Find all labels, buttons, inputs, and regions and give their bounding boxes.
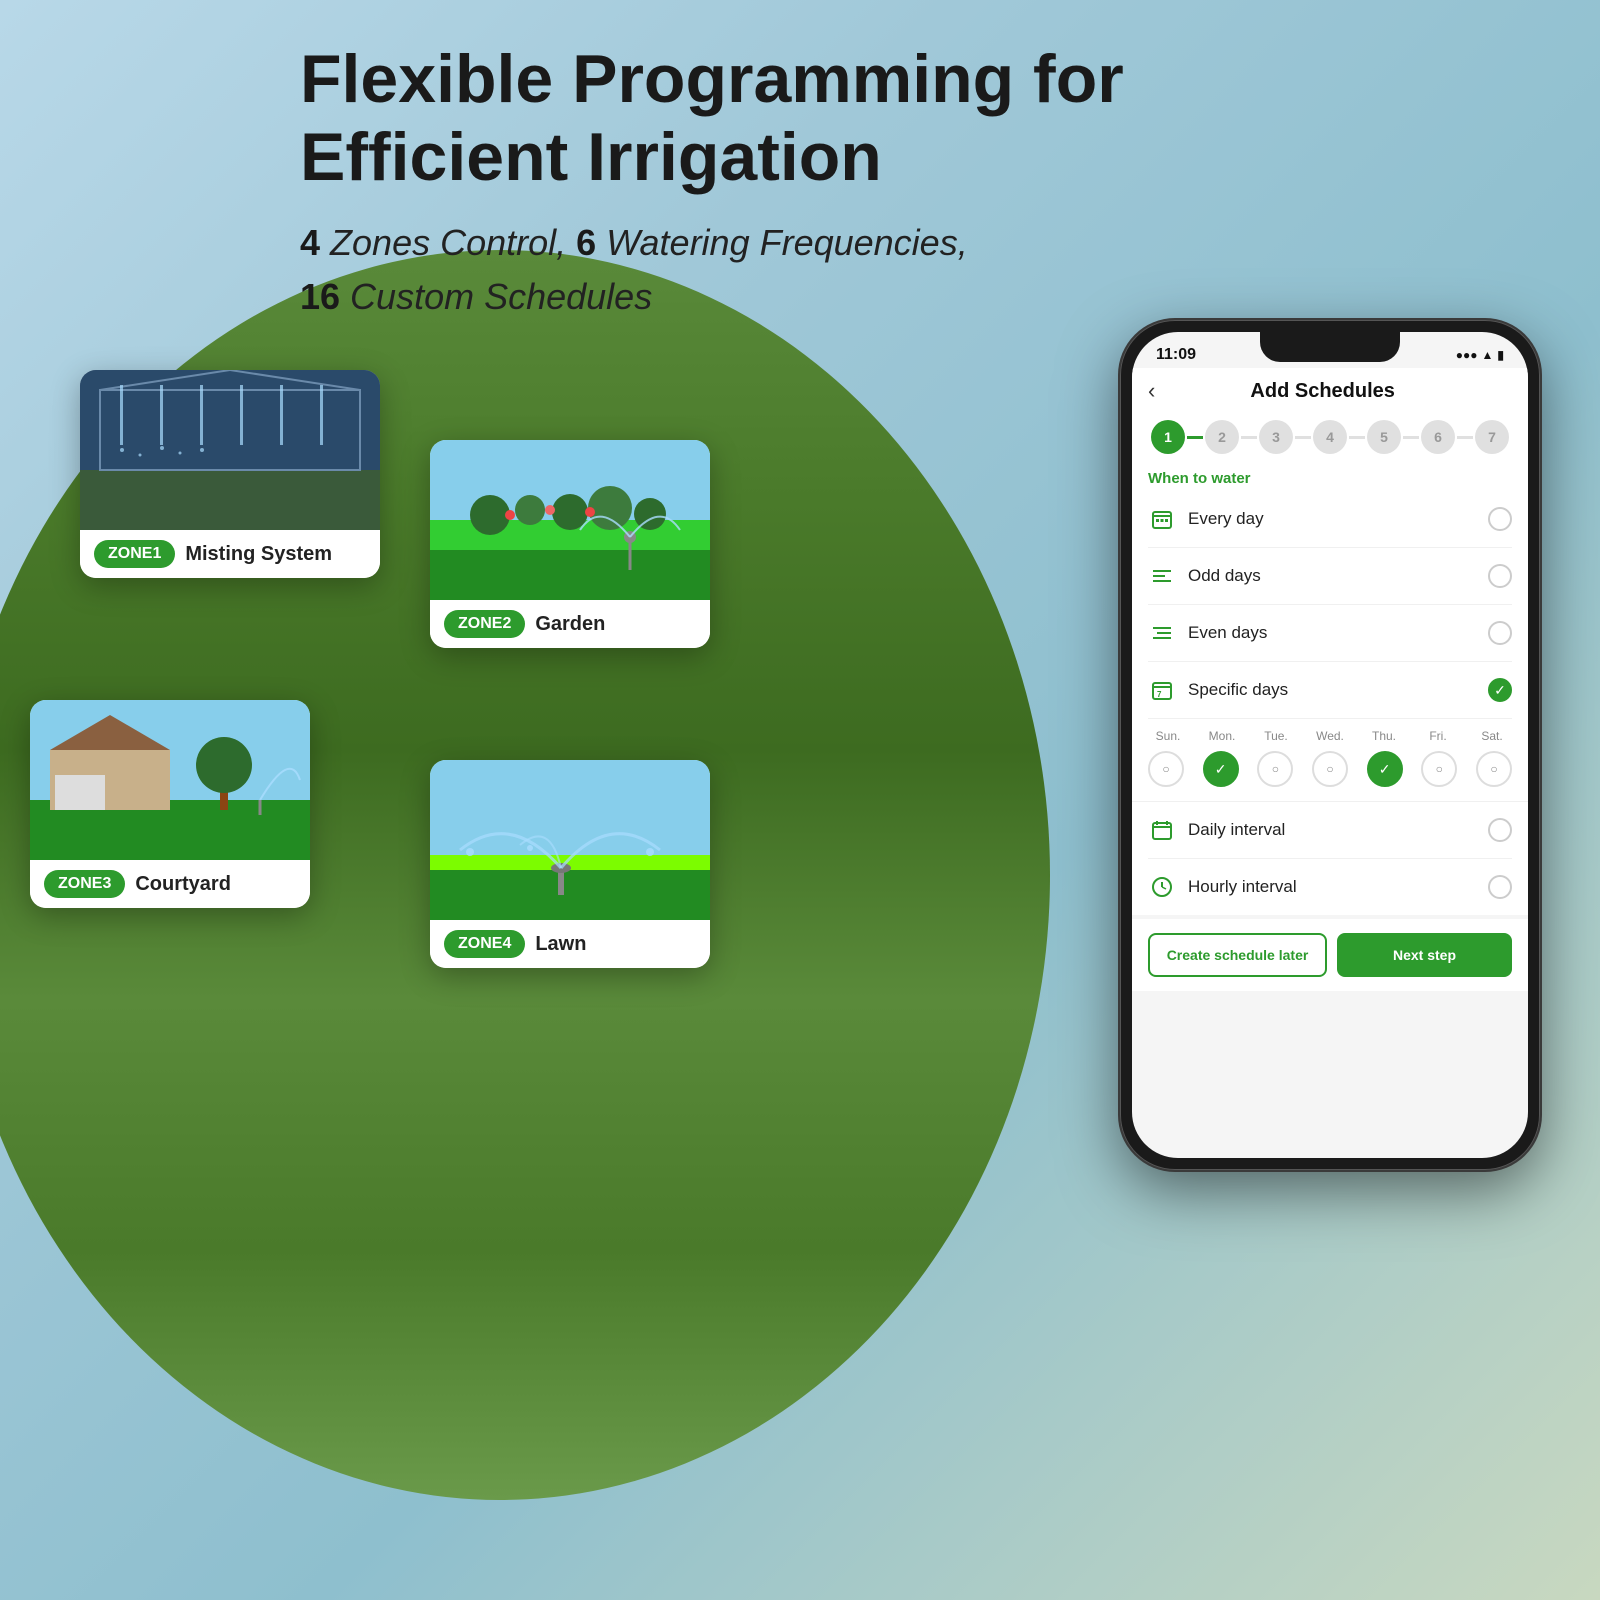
zone3-badge: ZONE3	[44, 870, 125, 898]
specific-days-radio[interactable]: ✓	[1488, 678, 1512, 702]
zone2-name: Garden	[535, 613, 605, 636]
zone3-card: ZONE3 Courtyard	[30, 700, 310, 908]
bottom-buttons: Create schedule later Next step	[1132, 919, 1528, 991]
day-label-sat: Sat.	[1472, 729, 1512, 743]
zone4-image	[430, 760, 710, 920]
main-title: Flexible Programming for Efficient Irrig…	[300, 40, 1200, 196]
days-selector: Sun. Mon. Tue. Wed. Thu. Fri. Sat. ○ ✓	[1132, 719, 1528, 802]
step-7[interactable]: 7	[1475, 420, 1509, 454]
even-days-icon	[1148, 619, 1176, 647]
create-later-button[interactable]: Create schedule later	[1148, 933, 1327, 977]
schedule-every-day[interactable]: Every day	[1148, 491, 1512, 548]
day-circles-row: ○ ✓ ○ ○ ✓	[1148, 751, 1512, 787]
zone2-badge: ZONE2	[444, 610, 525, 638]
zone4-card: ZONE4 Lawn	[430, 760, 710, 968]
schedule-daily-interval[interactable]: Daily interval	[1148, 802, 1512, 859]
step-3[interactable]: 3	[1259, 420, 1293, 454]
day-fri[interactable]: ○	[1421, 751, 1457, 787]
step-1[interactable]: 1	[1151, 420, 1185, 454]
nav-title: Add Schedules	[1165, 380, 1480, 403]
status-time: 11:09	[1156, 346, 1196, 364]
days-labels-row: Sun. Mon. Tue. Wed. Thu. Fri. Sat.	[1148, 729, 1512, 743]
schedule-even-days[interactable]: Even days	[1148, 605, 1512, 662]
next-step-button[interactable]: Next step	[1337, 933, 1512, 977]
wifi-icon: ▲	[1482, 348, 1494, 362]
specific-days-label: Specific days	[1188, 680, 1476, 700]
phone-screen: 11:09 ●●● ▲ ▮ ‹ Add Schedules 1	[1132, 332, 1528, 1158]
zone1-image	[80, 370, 380, 530]
step-connector-2	[1241, 436, 1257, 439]
day-label-fri: Fri.	[1418, 729, 1458, 743]
step-connector-6	[1457, 436, 1473, 439]
schedule-list: Every day Odd days Even days	[1132, 491, 1528, 719]
even-days-radio[interactable]	[1488, 621, 1512, 645]
zone4-label: ZONE4 Lawn	[430, 920, 710, 968]
day-label-mon: Mon.	[1202, 729, 1242, 743]
every-day-icon	[1148, 505, 1176, 533]
hourly-interval-icon	[1148, 873, 1176, 901]
step-6[interactable]: 6	[1421, 420, 1455, 454]
step-connector-3	[1295, 436, 1311, 439]
day-wed[interactable]: ○	[1312, 751, 1348, 787]
every-day-label: Every day	[1188, 509, 1476, 529]
day-label-wed: Wed.	[1310, 729, 1350, 743]
odd-days-radio[interactable]	[1488, 564, 1512, 588]
day-label-tue: Tue.	[1256, 729, 1296, 743]
zone2-label: ZONE2 Garden	[430, 600, 710, 648]
every-day-radio[interactable]	[1488, 507, 1512, 531]
phone-mockup: 11:09 ●●● ▲ ▮ ‹ Add Schedules 1	[1120, 320, 1540, 1170]
schedule-hourly-interval[interactable]: Hourly interval	[1148, 859, 1512, 915]
step-4[interactable]: 4	[1313, 420, 1347, 454]
battery-icon: ▮	[1497, 348, 1504, 362]
daily-interval-icon	[1148, 816, 1176, 844]
back-button[interactable]: ‹	[1148, 378, 1155, 404]
day-mon[interactable]: ✓	[1203, 751, 1239, 787]
step-connector-1	[1187, 436, 1203, 439]
zone1-label: ZONE1 Misting System	[80, 530, 380, 578]
phone-notch	[1260, 332, 1400, 362]
day-tue[interactable]: ○	[1257, 751, 1293, 787]
odd-days-label: Odd days	[1188, 566, 1476, 586]
day-sun[interactable]: ○	[1148, 751, 1184, 787]
daily-interval-label: Daily interval	[1188, 820, 1476, 840]
header-section: Flexible Programming for Efficient Irrig…	[300, 40, 1200, 324]
zone3-label: ZONE3 Courtyard	[30, 860, 310, 908]
schedule-list-2: Daily interval Hourly interval	[1132, 802, 1528, 915]
nav-bar: ‹ Add Schedules	[1132, 368, 1528, 412]
zone4-name: Lawn	[535, 933, 586, 956]
step-connector-4	[1349, 436, 1365, 439]
phone-outer: 11:09 ●●● ▲ ▮ ‹ Add Schedules 1	[1120, 320, 1540, 1170]
zone2-image	[430, 440, 710, 600]
steps-container: 1 2 3 4 5 6	[1132, 412, 1528, 462]
zone2-card: ZONE2 Garden	[430, 440, 710, 648]
zone1-name: Misting System	[185, 543, 332, 566]
schedule-odd-days[interactable]: Odd days	[1148, 548, 1512, 605]
step-2[interactable]: 2	[1205, 420, 1239, 454]
step-connector-5	[1403, 436, 1419, 439]
subtitle: 4 Zones Control, 6 Watering Frequencies,…	[300, 216, 1200, 324]
daily-interval-radio[interactable]	[1488, 818, 1512, 842]
specific-days-icon: 7	[1148, 676, 1176, 704]
day-label-thu: Thu.	[1364, 729, 1404, 743]
even-days-label: Even days	[1188, 623, 1476, 643]
zone3-image	[30, 700, 310, 860]
zone3-name: Courtyard	[135, 873, 231, 896]
day-sat[interactable]: ○	[1476, 751, 1512, 787]
signal-icon: ●●●	[1456, 348, 1478, 362]
zone1-card: ZONE1 Misting System	[80, 370, 380, 578]
day-label-sun: Sun.	[1148, 729, 1188, 743]
status-icons: ●●● ▲ ▮	[1456, 348, 1504, 362]
step-5[interactable]: 5	[1367, 420, 1401, 454]
odd-days-icon	[1148, 562, 1176, 590]
day-thu[interactable]: ✓	[1367, 751, 1403, 787]
hourly-interval-radio[interactable]	[1488, 875, 1512, 899]
schedule-specific-days[interactable]: 7 Specific days ✓	[1148, 662, 1512, 719]
svg-text:7: 7	[1157, 690, 1162, 699]
zone1-badge: ZONE1	[94, 540, 175, 568]
section-label: When to water	[1132, 462, 1528, 491]
zone4-badge: ZONE4	[444, 930, 525, 958]
hourly-interval-label: Hourly interval	[1188, 877, 1476, 897]
